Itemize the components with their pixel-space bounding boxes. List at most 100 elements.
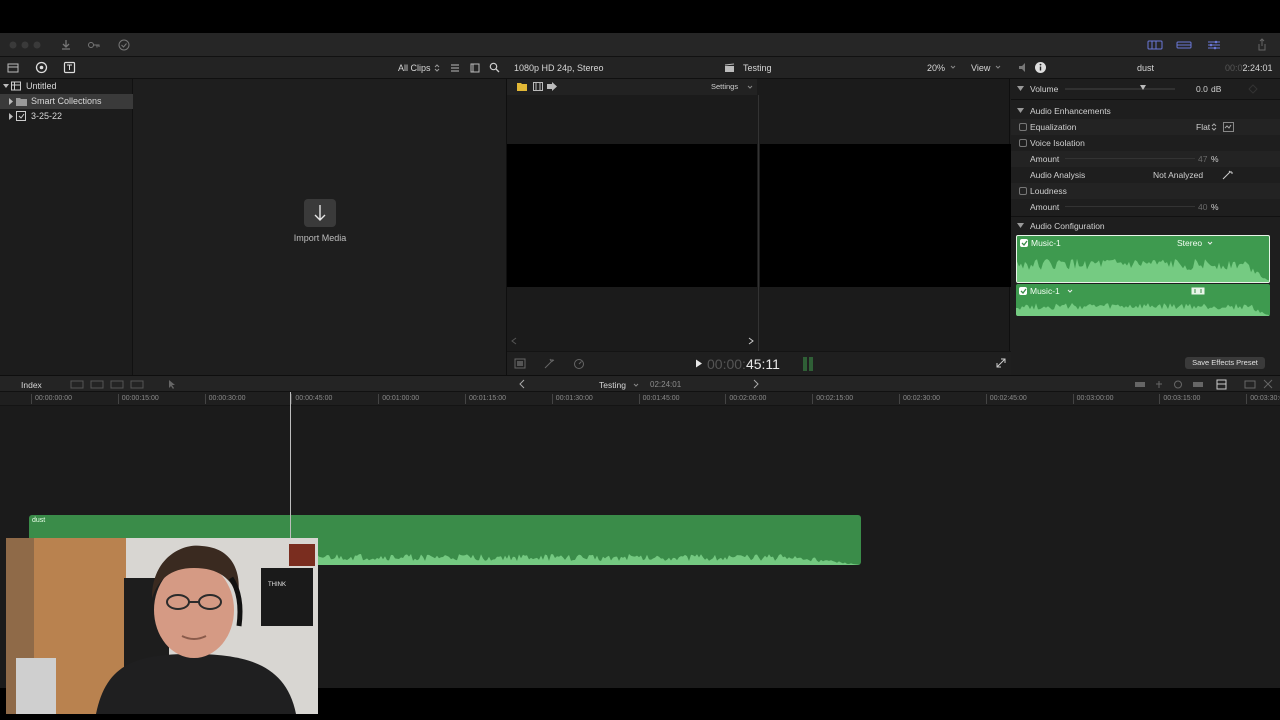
magic-wand-icon[interactable] [1222, 170, 1234, 180]
library-label: Untitled [26, 81, 57, 91]
amount-value[interactable]: 47 [1198, 154, 1207, 164]
inspector-clip-name: dust [1137, 63, 1155, 73]
enhancements-header[interactable]: Audio Enhancements [1011, 103, 1280, 119]
timeline-tools-icon[interactable] [1134, 379, 1278, 390]
history-back-icon[interactable] [518, 379, 526, 389]
channel-chevron-icon[interactable] [1067, 289, 1073, 294]
ruler-tick-label: 00:03:15:00 [1163, 395, 1201, 402]
search-icon[interactable] [489, 62, 500, 73]
audio-configuration-header[interactable]: Audio Configuration [1011, 218, 1280, 234]
import-media-label[interactable]: Import Media [274, 233, 366, 243]
keyword-icon[interactable] [87, 38, 101, 52]
channel-chevron-icon[interactable] [1207, 241, 1213, 246]
volume-slider[interactable] [1065, 85, 1175, 93]
filter-chevron-icon[interactable] [434, 64, 440, 72]
popup-chevron-icon[interactable] [1211, 123, 1217, 131]
ruler-tick [812, 394, 814, 404]
play-icon[interactable] [695, 359, 703, 368]
eq-graph-icon[interactable] [1223, 122, 1234, 132]
ruler-tick [378, 394, 380, 404]
volume-value[interactable]: 0.0 [1196, 84, 1208, 94]
timeline-toggle-icon[interactable] [1176, 38, 1192, 52]
scroll-left-icon[interactable] [511, 337, 517, 345]
libraries-icon[interactable] [7, 62, 19, 74]
viewer-canvas-right[interactable] [760, 144, 1011, 287]
loudness-checkbox[interactable] [1019, 187, 1027, 195]
save-effects-preset-button[interactable]: Save Effects Preset [1185, 357, 1265, 369]
channel-mode-popup[interactable]: Stereo [1177, 238, 1202, 248]
inspector-toggle-icon[interactable] [1206, 38, 1222, 52]
transform-icon[interactable] [514, 358, 526, 369]
import-icon[interactable] [59, 38, 73, 52]
filmstrip-icon[interactable] [533, 82, 543, 91]
ruler-tick-label: 00:03:30:00 [1250, 395, 1280, 402]
clip-arrow-icon[interactable] [547, 82, 558, 91]
edit-buttons-icon[interactable] [70, 379, 160, 390]
browser-toggle-icon[interactable] [1147, 38, 1163, 52]
filmstrip-view-icon[interactable] [470, 63, 480, 73]
ruler-tick-label: 00:02:45:00 [989, 395, 1027, 402]
info-inspector-icon[interactable] [1034, 61, 1047, 74]
disclosure-closed-icon[interactable] [8, 113, 14, 120]
audio-inspector-icon[interactable] [1018, 62, 1030, 73]
background-tasks-icon[interactable] [117, 38, 131, 52]
window-controls[interactable] [8, 40, 44, 50]
project-chevron-icon[interactable] [633, 383, 639, 388]
collapse-icon[interactable] [1017, 86, 1024, 92]
equalization-checkbox[interactable] [1019, 123, 1027, 131]
audio-channel-card-selected[interactable]: Music-1 Stereo [1016, 235, 1270, 283]
timeline-ruler[interactable]: 00:00:00:00 00:00:15:00 00:00:30:00 00:00:4… [0, 392, 1280, 406]
timeline-project-name[interactable]: Testing [599, 380, 626, 390]
amount-slider[interactable] [1065, 205, 1195, 208]
collapse-icon[interactable] [1017, 108, 1024, 114]
channel-name: Music-1 [1030, 286, 1060, 296]
ruler-tick [204, 394, 206, 404]
collapse-icon[interactable] [1017, 223, 1024, 229]
analysis-value: Not Analyzed [1153, 170, 1204, 180]
folder-yellow-icon[interactable] [517, 82, 527, 91]
speed-gauge-icon[interactable] [573, 358, 585, 369]
photos-audio-icon[interactable] [35, 61, 48, 74]
settings-chevron-icon[interactable] [747, 85, 753, 90]
checkmark-icon [1021, 240, 1028, 246]
amount-slider[interactable] [1065, 157, 1195, 160]
select-tool-icon[interactable] [166, 379, 186, 390]
audio-channel-card[interactable]: Music-1 [1016, 284, 1270, 316]
share-icon[interactable] [1255, 38, 1269, 52]
view-menu[interactable]: View [971, 63, 990, 73]
clip-name: dust [32, 517, 46, 524]
viewer: Settings 00:00:45:11 [506, 79, 1011, 375]
timeline-header-bar: Index Testing 02:24:01 [0, 375, 1280, 392]
media-browser: Import Media [134, 79, 505, 375]
viewer-divider [758, 95, 759, 351]
settings-button[interactable]: Settings [711, 82, 738, 91]
clip-filter-label[interactable]: All Clips [398, 63, 431, 73]
history-forward-icon[interactable] [752, 379, 760, 389]
import-media-button[interactable] [304, 199, 336, 227]
library-item-smart-collections[interactable]: Smart Collections [0, 94, 133, 109]
zoom-dropdown[interactable]: 20% [927, 63, 945, 73]
timeline-index-button[interactable]: Index [21, 380, 42, 390]
timecode-display[interactable]: 00:00:45:11 [707, 356, 780, 372]
view-chevron-icon[interactable] [995, 65, 1001, 70]
disclosure-closed-icon[interactable] [8, 98, 14, 105]
ruler-tick-label: 00:02:15:00 [816, 395, 854, 402]
voice-isolation-checkbox[interactable] [1019, 139, 1027, 147]
titles-generators-icon[interactable] [63, 61, 76, 74]
keyframe-icon[interactable] [1248, 84, 1258, 94]
enhance-wand-icon[interactable] [544, 358, 556, 369]
library-item-untitled[interactable]: Untitled [0, 79, 133, 94]
equalization-popup[interactable]: Flat [1196, 122, 1210, 132]
disclosure-open-icon[interactable] [3, 83, 9, 89]
ruler-tick [638, 394, 640, 404]
zoom-chevron-icon[interactable] [950, 65, 956, 70]
loudness-label: Loudness [1030, 186, 1067, 196]
folder-icon [16, 98, 27, 106]
amount-value[interactable]: 40 [1198, 202, 1207, 212]
library-item-event[interactable]: 3-25-22 [0, 109, 133, 124]
viewer-canvas-left[interactable] [507, 144, 757, 287]
fullscreen-icon[interactable] [996, 358, 1006, 368]
ruler-tick [31, 394, 32, 404]
list-view-icon[interactable] [450, 63, 460, 73]
scroll-right-icon[interactable] [748, 337, 754, 345]
